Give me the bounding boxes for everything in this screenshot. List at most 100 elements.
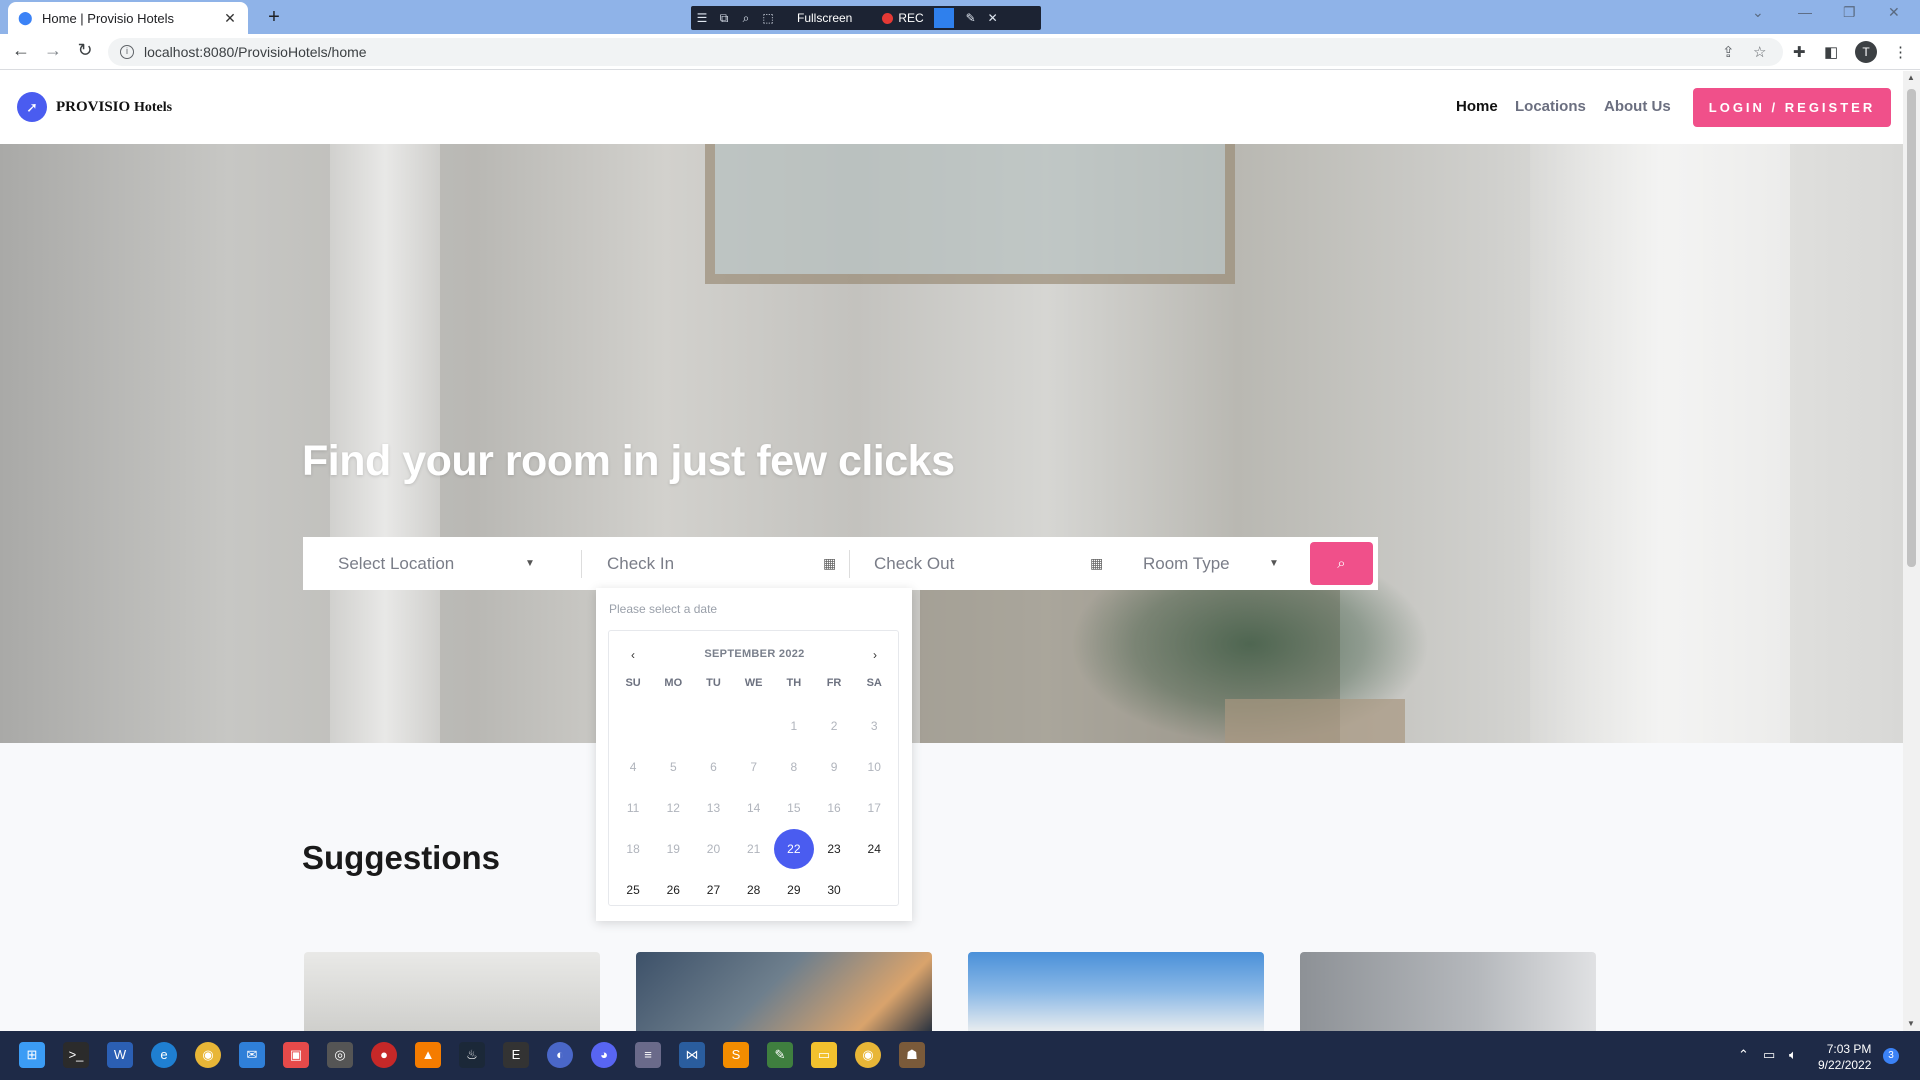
file-explorer-icon[interactable]: ▭ [811,1042,837,1068]
browser-menu-icon[interactable]: ⋮ [1893,43,1908,61]
forward-icon[interactable]: → [41,40,65,61]
taskbar-clock[interactable]: 7:03 PM 9/22/2022 [1818,1041,1871,1073]
new-tab-button[interactable]: + [262,6,286,29]
zoom-icon[interactable]: ⌕ [735,11,757,26]
chrome-icon[interactable]: ◉ [855,1042,881,1068]
room-type-placeholder: Room Type [1143,553,1230,573]
address-bar[interactable]: i localhost:8080/ProvisioHotels/home [108,38,1783,66]
calendar-day: 2 [830,718,838,733]
calendar-day: 14 [746,800,761,815]
word-icon[interactable]: W [107,1042,133,1068]
suggestion-card-image[interactable] [304,952,600,1031]
rec-label[interactable]: REC [898,11,923,25]
tab-search-chevron-icon[interactable]: ⌄ [1752,4,1764,21]
nav-home[interactable]: Home [1456,98,1498,115]
fullscreen-label[interactable]: Fullscreen [779,11,882,25]
page-scrollbar[interactable]: ▲ ▼ [1903,71,1920,1031]
calendar-day[interactable]: 27 [693,869,733,910]
brand-logo-link[interactable]: ➚ PROVISIO Hotels [17,92,172,122]
calendar-day: 9 [830,759,838,774]
site-info-icon[interactable]: i [120,45,134,59]
scrollbar-thumb[interactable] [1907,89,1916,567]
location-select[interactable]: Select Location ▼ [338,537,538,590]
mail-icon[interactable]: ✉ [239,1042,265,1068]
calendar-week-row: 25 26 27 28 29 30 [613,869,895,910]
app-icon[interactable]: ⋈ [679,1042,705,1068]
minimize-icon[interactable]: — [1798,4,1812,20]
calendar-day[interactable]: 26 [653,869,693,910]
nav-about-us[interactable]: About Us [1604,98,1671,115]
calendar-day[interactable]: 24 [854,828,894,869]
url-text[interactable]: localhost:8080/ProvisioHotels/home [144,44,367,60]
window-close-icon[interactable]: ✕ [1888,4,1900,21]
calendar-day[interactable]: 29 [774,869,814,910]
terminal-icon[interactable]: >_ [63,1042,89,1068]
notification-badge[interactable]: 3 [1883,1048,1899,1064]
epic-games-icon[interactable]: E [503,1042,529,1068]
suggestion-card-image[interactable] [968,952,1264,1031]
brave-icon[interactable]: ▲ [415,1042,441,1068]
back-icon[interactable]: ← [9,40,33,61]
steam-icon[interactable]: ♨ [459,1042,485,1068]
calendar-day: 16 [827,800,841,815]
app-icon[interactable]: ≡ [635,1042,661,1068]
weekday-header: SU MO TU WE TH FR SA [613,677,894,689]
windows-start-icon[interactable]: ⊞ [19,1042,45,1068]
calendar-day [854,869,894,910]
store-icon[interactable]: ▣ [283,1042,309,1068]
bookmark-star-icon[interactable]: ☆ [1753,43,1766,61]
sublime-text-icon[interactable]: S [723,1042,749,1068]
search-button[interactable]: ⌕ [1310,542,1373,585]
next-month-icon[interactable]: › [873,648,877,662]
record-app-icon[interactable]: ● [371,1042,397,1068]
volume-icon[interactable]: 🔈︎ [1789,1047,1797,1063]
check-in-input[interactable]: Check In ▦ [607,537,837,590]
notepad-icon[interactable]: ✎ [767,1042,793,1068]
weekday-label: WE [744,677,763,689]
calendar-day[interactable]: 23 [814,828,854,869]
obs-icon[interactable]: ◎ [327,1042,353,1068]
region-icon[interactable]: ⬚ [757,11,779,25]
edge-icon[interactable]: e [151,1042,177,1068]
app-icon[interactable]: ◐ [547,1042,573,1068]
recorder-toolbar: ☰ ⧉ ⌕ ⬚ Fullscreen REC ✎ ✕ [691,6,1041,30]
calendar-day: 15 [787,800,801,815]
taskbar-time: 7:03 PM [1826,1042,1872,1056]
calendar-day: 7 [750,759,757,774]
show-hidden-icons-chevron-icon[interactable]: ⌃ [1738,1047,1749,1063]
profile-avatar[interactable]: T [1855,41,1877,63]
nav-locations[interactable]: Locations [1515,98,1586,115]
tab-close-icon[interactable]: ✕ [222,10,238,27]
network-icon[interactable]: ▭ [1763,1047,1775,1063]
app-icon[interactable]: ☗ [899,1042,925,1068]
window-icon[interactable]: ⧉ [713,11,735,26]
calendar-day: 4 [629,759,637,774]
hero-background-pot [1225,699,1405,743]
discord-icon[interactable]: ◕ [591,1042,617,1068]
search-bar: Select Location ▼ Check In ▦ Check Out ▦… [303,537,1378,590]
close-recorder-icon[interactable]: ✕ [982,11,1004,25]
webcam-icon[interactable] [933,8,954,28]
calendar-day-selected[interactable]: 22 [773,828,814,869]
calendar-day[interactable]: 25 [613,869,653,910]
browser-tab[interactable]: ⬤ Home | Provisio Hotels ✕ [8,2,248,34]
reload-icon[interactable]: ↻ [73,40,97,61]
share-icon[interactable]: ⇪ [1722,43,1735,61]
menu-icon[interactable]: ☰ [691,11,713,25]
pen-icon[interactable]: ✎ [960,11,982,25]
chrome-icon[interactable]: ◉ [195,1042,221,1068]
side-panel-icon[interactable]: ◧ [1824,43,1838,61]
restore-icon[interactable]: ❐ [1843,4,1856,21]
suggestion-card-image[interactable] [636,952,932,1031]
calendar-day[interactable]: 28 [734,869,774,910]
extensions-icon[interactable]: ✚ [1793,43,1806,61]
hero-background-curtain [1530,144,1790,743]
scroll-up-icon[interactable]: ▲ [1907,73,1915,82]
room-type-select[interactable]: Room Type ▼ [1143,537,1283,590]
check-out-input[interactable]: Check Out ▦ [874,537,1104,590]
calendar-icon: ▦ [1090,555,1104,571]
scroll-down-icon[interactable]: ▼ [1907,1019,1915,1028]
suggestion-card-image[interactable] [1300,952,1596,1031]
calendar-day[interactable]: 30 [814,869,854,910]
login-register-button[interactable]: LOGIN / REGISTER [1693,88,1891,127]
